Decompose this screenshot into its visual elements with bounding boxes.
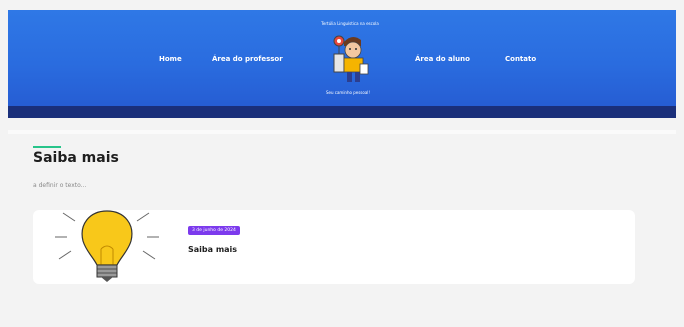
page-title: Saiba mais [33,150,119,166]
header-divider [8,130,676,134]
lightbulb-icon [81,210,133,282]
title-accent-bar [33,146,61,148]
nav-area-aluno[interactable]: Área do aluno [415,55,470,63]
nav-area-professor[interactable]: Área do professor [212,55,283,63]
site-slogan: Seu caminho pessoal! [325,90,371,95]
post-date-badge: 3 de junho de 2024 [188,226,240,235]
nav-home[interactable]: Home [159,55,182,63]
site-logo[interactable] [328,30,372,86]
nav-contato[interactable]: Contato [505,55,536,63]
header-bottom-band [8,106,676,118]
lightbulb-thumbnail[interactable] [45,205,170,285]
post-title[interactable]: Saiba mais [188,245,237,254]
site-tagline: Tertúlia Linguística na escola [321,21,379,26]
page-description: a definir o texto... [33,182,87,189]
